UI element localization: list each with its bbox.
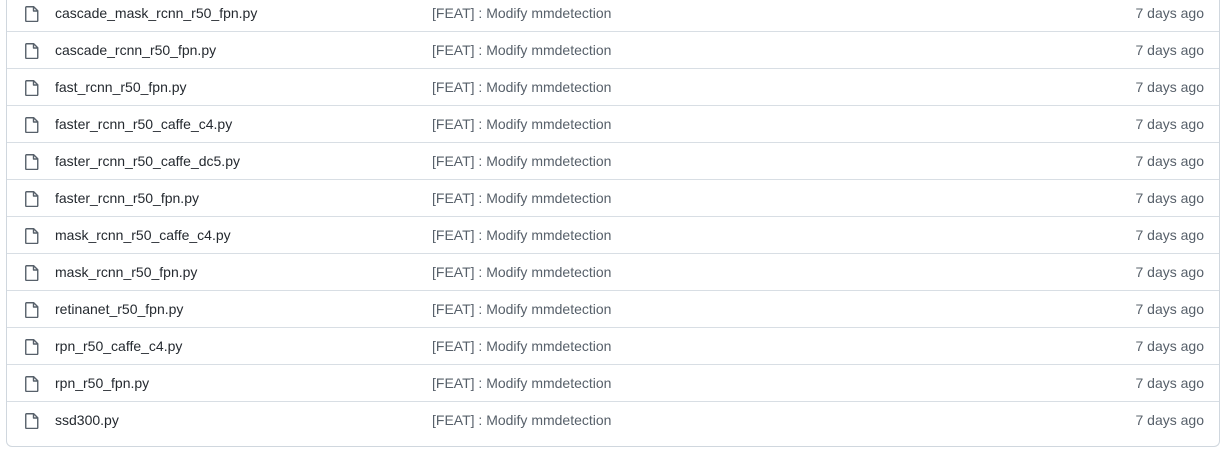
- commit-age: 7 days ago: [1135, 338, 1205, 354]
- commit-message-link[interactable]: [FEAT] : Modify mmdetection: [432, 190, 611, 206]
- file-row[interactable]: faster_rcnn_r50_caffe_dc5.py [FEAT] : Mo…: [7, 142, 1219, 179]
- commit-message-link[interactable]: [FEAT] : Modify mmdetection: [432, 375, 611, 391]
- file-name-link[interactable]: mask_rcnn_r50_caffe_c4.py: [55, 227, 231, 243]
- file-name-link[interactable]: cascade_mask_rcnn_r50_fpn.py: [55, 5, 257, 21]
- file-icon: [25, 6, 39, 22]
- commit-message-link[interactable]: [FEAT] : Modify mmdetection: [432, 338, 611, 354]
- file-name-link[interactable]: rpn_r50_fpn.py: [55, 375, 149, 391]
- commit-message-link[interactable]: [FEAT] : Modify mmdetection: [432, 116, 611, 132]
- file-list: cascade_mask_rcnn_r50_fpn.py [FEAT] : Mo…: [6, 0, 1220, 447]
- commit-age: 7 days ago: [1135, 190, 1205, 206]
- commit-age: 7 days ago: [1135, 79, 1205, 95]
- file-row[interactable]: retinanet_r50_fpn.py [FEAT] : Modify mmd…: [7, 290, 1219, 327]
- commit-message-link[interactable]: [FEAT] : Modify mmdetection: [432, 301, 611, 317]
- file-icon: [25, 228, 39, 244]
- commit-message-link[interactable]: [FEAT] : Modify mmdetection: [432, 227, 611, 243]
- file-row[interactable]: mask_rcnn_r50_caffe_c4.py [FEAT] : Modif…: [7, 216, 1219, 253]
- commit-message-link[interactable]: [FEAT] : Modify mmdetection: [432, 79, 611, 95]
- commit-age: 7 days ago: [1135, 42, 1205, 58]
- commit-age: 7 days ago: [1135, 153, 1205, 169]
- file-row[interactable]: rpn_r50_fpn.py [FEAT] : Modify mmdetecti…: [7, 364, 1219, 401]
- commit-message-link[interactable]: [FEAT] : Modify mmdetection: [432, 153, 611, 169]
- file-name-link[interactable]: rpn_r50_caffe_c4.py: [55, 338, 182, 354]
- commit-message-link[interactable]: [FEAT] : Modify mmdetection: [432, 264, 611, 280]
- file-icon: [25, 376, 39, 392]
- file-row[interactable]: ssd300.py [FEAT] : Modify mmdetection 7 …: [7, 401, 1219, 438]
- file-row[interactable]: fast_rcnn_r50_fpn.py [FEAT] : Modify mmd…: [7, 68, 1219, 105]
- commit-age: 7 days ago: [1135, 5, 1205, 21]
- file-row[interactable]: mask_rcnn_r50_fpn.py [FEAT] : Modify mmd…: [7, 253, 1219, 290]
- commit-age: 7 days ago: [1135, 264, 1205, 280]
- file-name-link[interactable]: faster_rcnn_r50_fpn.py: [55, 190, 199, 206]
- file-name-link[interactable]: mask_rcnn_r50_fpn.py: [55, 264, 197, 280]
- commit-message-link[interactable]: [FEAT] : Modify mmdetection: [432, 412, 611, 428]
- file-name-link[interactable]: cascade_rcnn_r50_fpn.py: [55, 42, 216, 58]
- commit-age: 7 days ago: [1135, 227, 1205, 243]
- commit-age: 7 days ago: [1135, 412, 1205, 428]
- file-icon: [25, 265, 39, 281]
- file-row[interactable]: cascade_rcnn_r50_fpn.py [FEAT] : Modify …: [7, 31, 1219, 68]
- file-icon: [25, 154, 39, 170]
- file-row[interactable]: faster_rcnn_r50_fpn.py [FEAT] : Modify m…: [7, 179, 1219, 216]
- file-icon: [25, 339, 39, 355]
- file-icon: [25, 413, 39, 429]
- file-row[interactable]: cascade_mask_rcnn_r50_fpn.py [FEAT] : Mo…: [7, 0, 1219, 31]
- file-name-link[interactable]: retinanet_r50_fpn.py: [55, 301, 183, 317]
- commit-age: 7 days ago: [1135, 301, 1205, 317]
- file-name-link[interactable]: fast_rcnn_r50_fpn.py: [55, 79, 187, 95]
- file-icon: [25, 43, 39, 59]
- file-name-link[interactable]: faster_rcnn_r50_caffe_dc5.py: [55, 153, 240, 169]
- file-name-link[interactable]: faster_rcnn_r50_caffe_c4.py: [55, 116, 232, 132]
- file-icon: [25, 117, 39, 133]
- commit-age: 7 days ago: [1135, 116, 1205, 132]
- file-icon: [25, 191, 39, 207]
- commit-message-link[interactable]: [FEAT] : Modify mmdetection: [432, 42, 611, 58]
- file-row[interactable]: faster_rcnn_r50_caffe_c4.py [FEAT] : Mod…: [7, 105, 1219, 142]
- file-icon: [25, 80, 39, 96]
- file-name-link[interactable]: ssd300.py: [55, 412, 119, 428]
- file-row[interactable]: rpn_r50_caffe_c4.py [FEAT] : Modify mmde…: [7, 327, 1219, 364]
- commit-message-link[interactable]: [FEAT] : Modify mmdetection: [432, 5, 611, 21]
- file-icon: [25, 302, 39, 318]
- commit-age: 7 days ago: [1135, 375, 1205, 391]
